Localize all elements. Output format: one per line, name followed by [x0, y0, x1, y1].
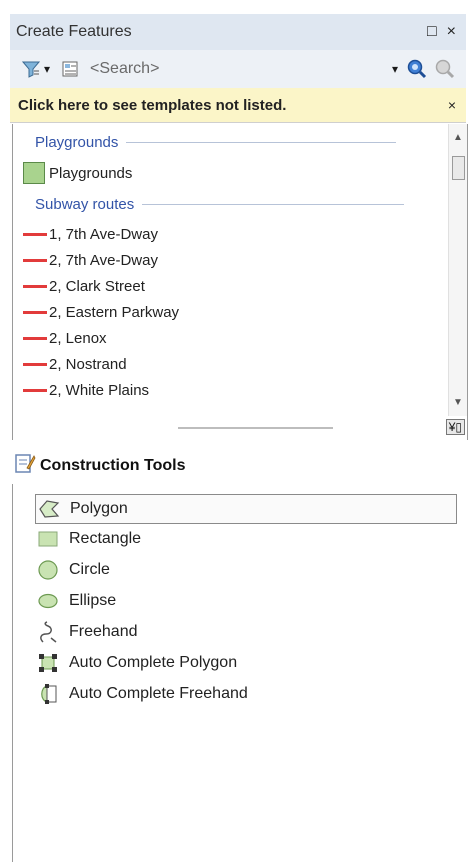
- group-header-playgrounds: Playgrounds: [35, 134, 397, 151]
- tool-label: Rectangle: [69, 530, 142, 547]
- tool-ellipse[interactable]: Ellipse: [35, 587, 455, 615]
- search-input[interactable]: <Search>: [90, 60, 392, 78]
- tool-label: Polygon: [70, 500, 128, 517]
- tool-rectangle[interactable]: Rectangle: [35, 525, 455, 553]
- filter-dropdown-arrow[interactable]: ▾: [44, 62, 50, 76]
- construction-tools-title: Construction Tools: [40, 456, 186, 474]
- clear-search-icon[interactable]: [434, 58, 456, 80]
- close-panel-button[interactable]: ×: [447, 23, 456, 41]
- title-bar: Create Features □ ×: [10, 14, 466, 50]
- template-item[interactable]: 1, 7th Ave-Dway: [23, 226, 158, 243]
- template-label: 2, Nostrand: [49, 356, 127, 373]
- template-item[interactable]: 2, 7th Ave-Dway: [23, 252, 158, 269]
- line-symbol-icon: [23, 233, 47, 236]
- feature-templates-list: Playgrounds Playgrounds Subway routes 1,…: [12, 124, 468, 417]
- search-toolbar: ▾ <Search> ▾: [10, 50, 466, 88]
- tool-polygon[interactable]: Polygon: [35, 494, 457, 524]
- scroll-up-icon[interactable]: ▲: [453, 132, 463, 143]
- freehand-tool-icon: [35, 620, 61, 644]
- template-label: Playgrounds: [49, 164, 133, 182]
- splitter-grip[interactable]: [178, 427, 333, 429]
- panel-splitter[interactable]: ¥▯: [12, 416, 468, 440]
- template-label: 2, Lenox: [49, 330, 107, 347]
- template-label: 1, 7th Ave-Dway: [49, 226, 158, 243]
- template-item[interactable]: 2, Clark Street: [23, 278, 145, 295]
- construction-tools-list: Polygon Rectangle Circle Ellipse Freehan…: [12, 484, 467, 862]
- create-features-panel: Create Features □ × ▾ <Search> ▾ Click h…: [0, 0, 470, 862]
- template-item[interactable]: 2, Eastern Parkway: [23, 304, 179, 321]
- group-divider: [142, 204, 405, 205]
- panel-title: Create Features: [16, 23, 132, 40]
- tool-label: Auto Complete Polygon: [69, 654, 238, 671]
- tool-label: Circle: [69, 561, 110, 578]
- line-symbol-icon: [23, 363, 47, 366]
- polygon-tool-icon: [36, 499, 62, 519]
- tool-auto-complete-polygon[interactable]: Auto Complete Polygon: [35, 649, 455, 677]
- infobar-message[interactable]: Click here to see templates not listed.: [18, 97, 448, 114]
- splitter-buttons-icon[interactable]: ¥▯: [445, 419, 465, 435]
- templates-not-listed-bar[interactable]: Click here to see templates not listed. …: [10, 88, 466, 123]
- filter-icon[interactable]: [20, 58, 42, 80]
- search-icon[interactable]: [406, 58, 428, 80]
- template-item[interactable]: Playgrounds: [23, 162, 132, 184]
- construction-tools-header: Construction Tools: [14, 452, 185, 479]
- organize-templates-icon[interactable]: [60, 58, 82, 80]
- tool-freehand[interactable]: Freehand: [35, 618, 455, 646]
- line-symbol-icon: [23, 389, 47, 392]
- tool-label: Ellipse: [69, 592, 117, 609]
- group-header-label: Subway routes: [35, 196, 135, 213]
- circle-tool-icon: [35, 559, 61, 581]
- template-label: 2, Eastern Parkway: [49, 304, 180, 321]
- template-label: 2, 7th Ave-Dway: [49, 252, 158, 269]
- template-label: 2, Clark Street: [49, 278, 145, 295]
- search-dropdown-arrow[interactable]: ▾: [392, 62, 398, 76]
- template-label: 2, White Plains: [49, 382, 150, 399]
- scroll-down-icon[interactable]: ▼: [453, 397, 463, 408]
- tool-label: Freehand: [69, 623, 138, 640]
- ellipse-tool-icon: [35, 592, 61, 610]
- tool-circle[interactable]: Circle: [35, 556, 455, 584]
- rectangle-tool-icon: [35, 530, 61, 548]
- construction-tools-icon: [14, 452, 36, 479]
- group-header-label: Playgrounds: [35, 134, 119, 151]
- line-symbol-icon: [23, 337, 47, 340]
- tool-label: Auto Complete Freehand: [69, 685, 248, 702]
- auto-complete-freehand-icon: [35, 683, 61, 705]
- tool-auto-complete-freehand[interactable]: Auto Complete Freehand: [35, 680, 455, 708]
- infobar-close-icon[interactable]: ×: [448, 97, 456, 113]
- auto-complete-polygon-icon: [35, 652, 61, 674]
- polygon-swatch-icon: [23, 162, 45, 184]
- group-divider: [126, 142, 397, 143]
- group-header-subway-routes: Subway routes: [35, 196, 405, 213]
- maximize-button[interactable]: □: [427, 23, 437, 41]
- line-symbol-icon: [23, 259, 47, 262]
- templates-scrollbar[interactable]: ▲ ▼: [448, 124, 467, 416]
- template-item[interactable]: 2, Nostrand: [23, 356, 127, 373]
- line-symbol-icon: [23, 285, 47, 288]
- scroll-thumb[interactable]: [452, 156, 465, 180]
- line-symbol-icon: [23, 311, 47, 314]
- template-item[interactable]: 2, Lenox: [23, 330, 107, 347]
- template-item[interactable]: 2, White Plains: [23, 382, 149, 399]
